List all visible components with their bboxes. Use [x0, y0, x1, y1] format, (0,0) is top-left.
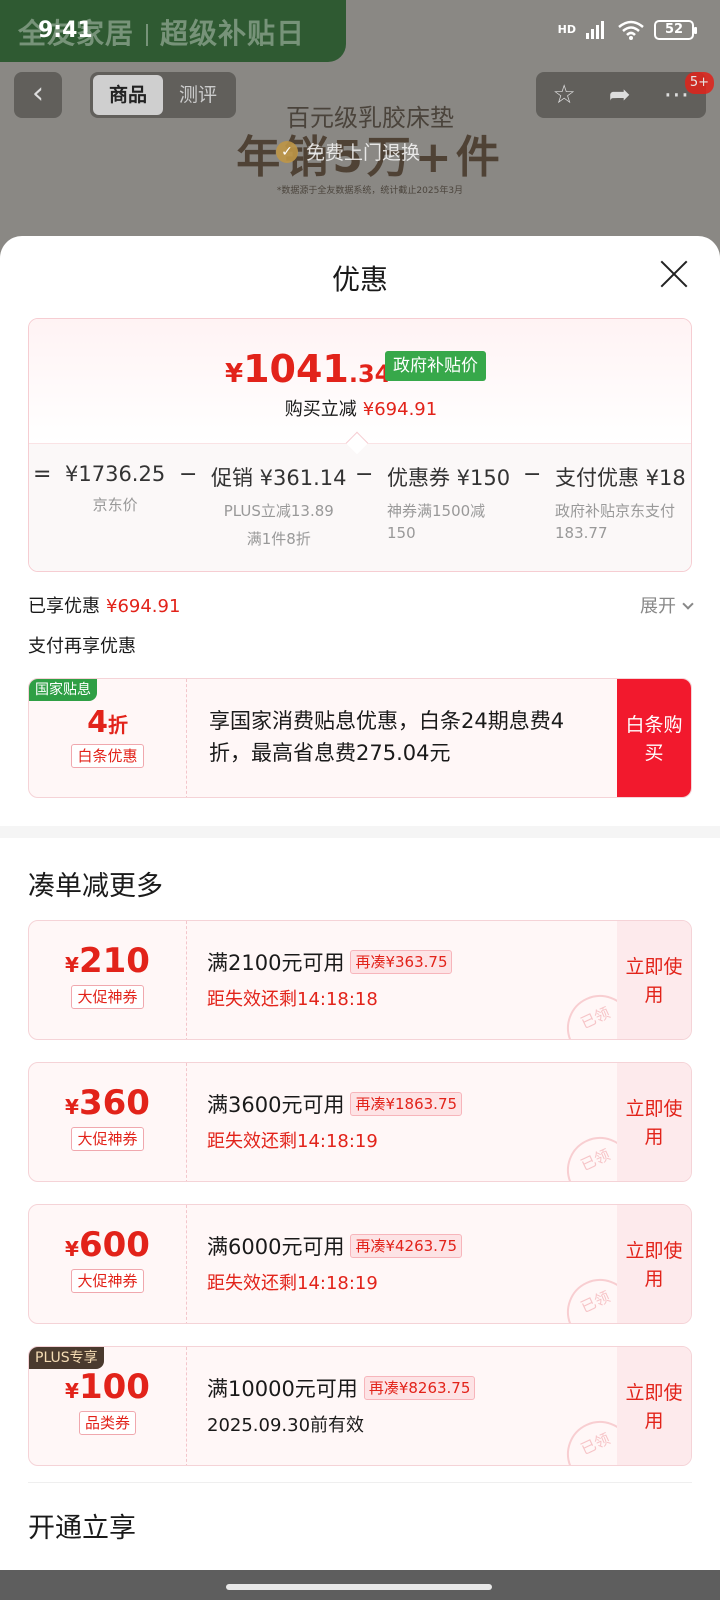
interest-discount: 4: [87, 705, 108, 740]
check-shield-icon: ✓: [276, 140, 298, 163]
coupon-remaining: 再凑¥4263.75: [350, 1234, 463, 1258]
coupon-condition: 满3600元可用 再凑¥1863.75: [207, 1089, 463, 1119]
gov-interest-coupon: 4折 白条优惠 国家贴息 享国家消费贴息优惠，白条24期息费4折，最高省息费27…: [28, 678, 692, 798]
discount-sheet: 优惠 ¥1041.34 政府补贴价 购买立减 ¥694.91 = ¥1736.25…: [0, 236, 720, 1570]
baitiao-buy-button[interactable]: 白条购买: [617, 679, 691, 797]
coupon-condition: 满6000元可用 再凑¥4263.75: [207, 1231, 463, 1261]
product-tabs: 商品 测评: [90, 72, 236, 118]
price-breakdown-card: ¥1041.34 政府补贴价 购买立减 ¥694.91 = ¥1736.25 京东…: [28, 318, 692, 572]
use-now-button[interactable]: 立即使用: [617, 1063, 691, 1181]
breakdown-jd-price: ¥1736.25 京东价: [65, 462, 166, 514]
gov-subsidy-price-tag: 政府补贴价: [385, 351, 486, 381]
close-icon[interactable]: [656, 256, 692, 292]
coupon-remaining: 再凑¥363.75: [350, 950, 453, 974]
breakdown-coupon: 优惠券 ¥150 神券满1500减 150: [387, 466, 511, 542]
coupon-condition: 满10000元可用 再凑¥8263.75: [207, 1373, 476, 1403]
network-type: HD: [557, 23, 576, 36]
product-note: *数据源于全友数据系统，统计截止2025年3月: [276, 186, 464, 196]
back-button[interactable]: ‹: [14, 72, 62, 118]
message-badge: 5+: [684, 72, 714, 94]
home-indicator[interactable]: [226, 1584, 492, 1590]
enjoyed-discount: 已享优惠 ¥694.91: [28, 596, 181, 617]
section-title-open: 开通立享: [28, 1513, 136, 1544]
breakdown-promotion: 促销 ¥361.14 PLUS立减13.89 满1件8折: [211, 466, 347, 548]
coupon-tag: 白条优惠: [71, 744, 144, 768]
coupon-condition: 满2100元可用 再凑¥363.75: [207, 947, 453, 977]
coupon-expiry: 距失效还剩14:18:19: [207, 1273, 378, 1294]
top-actions: ☆ ➦ ⋯: [536, 72, 706, 118]
breakdown-operator: −: [179, 462, 198, 487]
coupon-remaining: 再凑¥1863.75: [350, 1092, 463, 1116]
use-now-button[interactable]: 立即使用: [617, 921, 691, 1039]
share-icon[interactable]: ➦: [609, 80, 631, 110]
signal-icon: [586, 21, 604, 39]
sheet-title: 优惠: [331, 263, 388, 296]
coupon-card: ¥600 大促神券 满6000元可用 再凑¥4263.75 距失效还剩14:18:…: [28, 1204, 692, 1324]
gov-interest-desc: 享国家消费贴息优惠，白条24期息费4折，最高省息费275.04元: [209, 709, 565, 765]
coupon-expiry: 2025.09.30前有效: [207, 1415, 365, 1436]
coupon-tag: 大促神券: [71, 985, 144, 1009]
banner-event: 超级补贴日: [160, 17, 306, 50]
breakdown-operator: −: [355, 462, 374, 487]
coupon-card: ¥210 大促神券 满2100元可用 再凑¥363.75 距失效还剩14:18:1…: [28, 920, 692, 1040]
final-price: ¥1041.34: [225, 347, 392, 391]
coupon-amount: ¥360: [65, 1083, 150, 1123]
breakdown-payment: 支付优惠 ¥18 政府补贴京东支付 183.77: [555, 466, 686, 542]
coupon-tag: 品类券: [78, 1411, 136, 1435]
pay-more-label: 支付再享优惠: [28, 636, 136, 657]
free-return-badge: ✓ 免费上门退换: [276, 138, 420, 165]
coupon-card: ¥360 大促神券 满3600元可用 再凑¥1863.75 距失效还剩14:18:…: [28, 1062, 692, 1182]
coupon-tag: 大促神券: [71, 1269, 144, 1293]
breakdown-operator: =: [33, 462, 52, 487]
price-breakdown: = ¥1736.25 京东价 − 促销 ¥361.14 PLUS立减13.89 …: [29, 443, 691, 571]
chevron-down-icon: [682, 598, 694, 610]
gov-interest-label: 国家贴息: [29, 679, 97, 701]
coupon-amount: ¥100: [65, 1367, 150, 1407]
status-time: 9:41: [38, 18, 93, 43]
tab-review[interactable]: 测评: [163, 75, 233, 115]
expand-button[interactable]: 展开: [640, 592, 694, 618]
coupon-expiry: 距失效还剩14:18:19: [207, 1131, 378, 1152]
coupon-card: PLUS专享 ¥100 品类券 满10000元可用 再凑¥8263.75 2025…: [28, 1346, 692, 1466]
section-title-more: 凑单减更多: [28, 871, 163, 902]
coupon-remaining: 再凑¥8263.75: [363, 1376, 476, 1400]
status-icons: HD 52: [557, 20, 697, 40]
coupon-amount: ¥600: [65, 1225, 150, 1265]
free-return-text: 免费上门退换: [306, 142, 421, 164]
tab-product[interactable]: 商品: [93, 75, 163, 115]
coupon-expiry: 距失效还剩14:18:18: [207, 989, 378, 1010]
star-icon[interactable]: ☆: [552, 80, 575, 110]
coupon-amount: ¥210: [65, 941, 150, 981]
use-now-button[interactable]: 立即使用: [617, 1347, 691, 1465]
instant-save: 购买立减 ¥694.91: [284, 399, 438, 420]
coupon-tag: 大促神券: [71, 1127, 144, 1151]
battery-icon: 52: [654, 20, 697, 40]
wifi-icon: [618, 20, 644, 40]
breakdown-operator: −: [523, 462, 542, 487]
use-now-button[interactable]: 立即使用: [617, 1205, 691, 1323]
chevron-left-icon: ‹: [32, 76, 44, 111]
product-line1: 百元级乳胶床垫: [286, 104, 454, 132]
